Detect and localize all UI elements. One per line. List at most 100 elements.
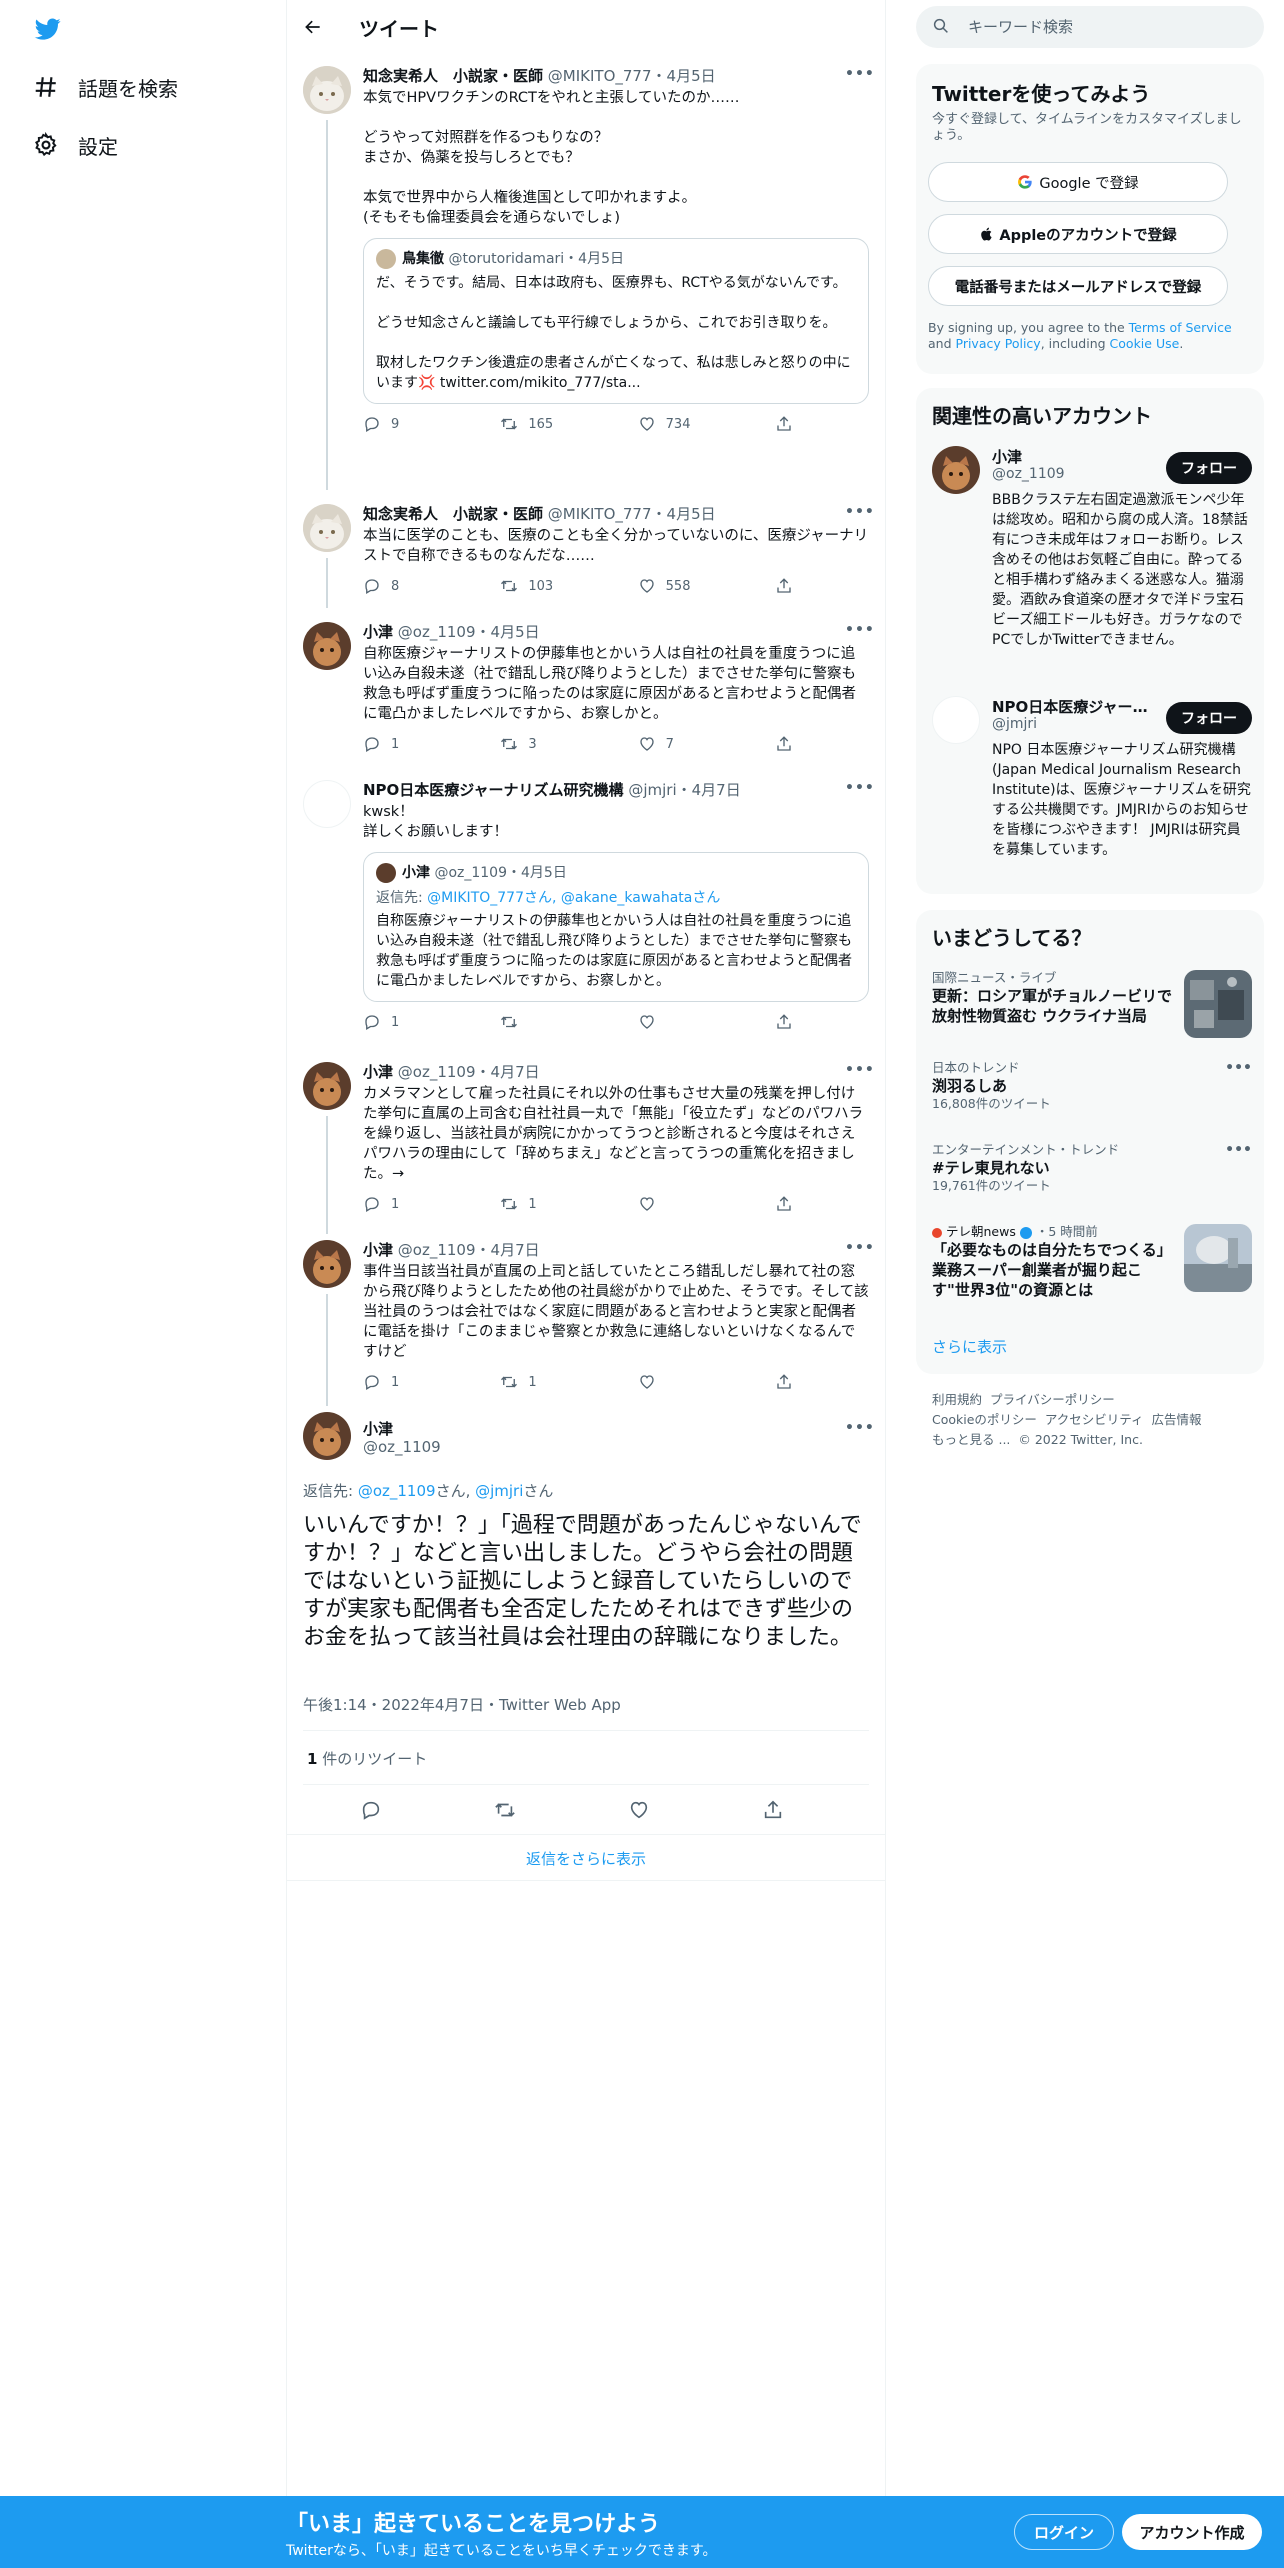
- tweet-author-name[interactable]: NPO日本医療ジャーナリズム研究機構: [363, 781, 624, 799]
- back-arrow-icon[interactable]: [299, 13, 327, 41]
- avatar[interactable]: [932, 696, 980, 744]
- more-options-icon[interactable]: •••: [845, 1240, 874, 1260]
- tweet-author-handle[interactable]: @MIKITO_777: [548, 67, 652, 85]
- tweet-author-name[interactable]: 小津: [363, 1241, 393, 1259]
- heart-icon[interactable]: [621, 1792, 657, 1828]
- trend-item[interactable]: 日本のトレンド 渕羽るしあ 16,808件のツイート •••: [932, 1060, 1252, 1116]
- avatar[interactable]: [303, 622, 351, 670]
- retweet-stats[interactable]: 1 件のリツイート: [307, 1748, 427, 1769]
- trend-item[interactable]: テレ朝news ・5 時間前 「必要なものは自分たちでつくる」 業務スーパー創業…: [932, 1224, 1252, 1304]
- tweet-author-handle[interactable]: @oz_1109: [398, 1063, 476, 1081]
- like-button[interactable]: 734: [638, 415, 728, 433]
- tweet-author-name[interactable]: 小津: [363, 1063, 393, 1081]
- avatar[interactable]: [303, 1062, 351, 1110]
- related-account[interactable]: 小津 @oz_1109 フォロー BBBクラステ左右固定過激派モンペ少年は総攻め…: [932, 446, 1252, 676]
- footer-cookie[interactable]: Cookieのポリシー: [932, 1412, 1037, 1427]
- share-button[interactable]: [775, 1373, 803, 1391]
- retweet-button[interactable]: [500, 1013, 590, 1031]
- retweet-button[interactable]: 3: [500, 735, 590, 753]
- tweet-author-name[interactable]: 知念実希人 小説家・医師: [363, 67, 543, 85]
- tweet-date[interactable]: 4月7日: [491, 1063, 540, 1081]
- tweet[interactable]: 小津 @oz_1109・4月7日 ••• 事件当日該当社員が直属の上司と話してい…: [287, 1232, 885, 1406]
- account-handle[interactable]: @jmjri: [992, 716, 1037, 732]
- search-bar[interactable]: [916, 6, 1264, 48]
- reply-icon[interactable]: [353, 1792, 389, 1828]
- more-options-icon[interactable]: •••: [845, 780, 874, 800]
- reply-to-user[interactable]: @jmjri: [475, 1482, 523, 1500]
- reply-to-user[interactable]: @oz_1109: [358, 1482, 436, 1500]
- like-button[interactable]: 558: [638, 577, 728, 595]
- reply-button[interactable]: 1: [363, 1373, 453, 1391]
- nav-settings[interactable]: 設定: [30, 120, 118, 170]
- tweet[interactable]: 小津 @oz_1109・4月7日 ••• カメラマンとして雇った社員にそれ以外の…: [287, 1054, 885, 1234]
- account-name[interactable]: 小津: [992, 446, 1152, 467]
- twitter-logo-icon[interactable]: [33, 16, 63, 42]
- search-input[interactable]: [968, 18, 1248, 36]
- related-account[interactable]: NPO日本医療ジャーナリズム研究機構 @jmjri フォロー NPO 日本医療ジ…: [932, 696, 1252, 886]
- account-handle[interactable]: @oz_1109: [992, 466, 1065, 482]
- focal-author-handle[interactable]: @oz_1109: [363, 1438, 441, 1456]
- privacy-link[interactable]: Privacy Policy: [956, 336, 1041, 351]
- signup-button[interactable]: アカウント作成: [1122, 2514, 1262, 2550]
- avatar[interactable]: [303, 780, 351, 828]
- reply-button[interactable]: 1: [363, 735, 453, 753]
- avatar[interactable]: [303, 1412, 351, 1460]
- footer-accessibility[interactable]: アクセシビリティ: [1045, 1412, 1144, 1427]
- like-button[interactable]: [638, 1195, 728, 1213]
- like-button[interactable]: 7: [638, 735, 728, 753]
- tweet-author-handle[interactable]: @oz_1109: [398, 1241, 476, 1259]
- avatar[interactable]: [303, 66, 351, 114]
- share-button[interactable]: [775, 415, 803, 433]
- account-name[interactable]: NPO日本医療ジャーナリズム研究機構: [992, 696, 1152, 717]
- tweet[interactable]: 小津 @oz_1109・4月5日 ••• 自称医療ジャーナリストの伊藤隼也とかい…: [287, 614, 885, 764]
- more-options-icon[interactable]: •••: [845, 1420, 874, 1440]
- phone-email-signup-button[interactable]: 電話番号またはメールアドレスで登録: [928, 266, 1228, 306]
- tweet-author-handle[interactable]: @oz_1109: [398, 623, 476, 641]
- like-button[interactable]: [638, 1013, 728, 1031]
- tweet[interactable]: 知念実希人 小説家・医師 @MIKITO_777・4月5日 ••• 本当に医学の…: [287, 496, 885, 608]
- like-button[interactable]: [638, 1373, 728, 1391]
- nav-explore[interactable]: 話題を検索: [30, 62, 178, 112]
- quoted-tweet[interactable]: 小津 @oz_1109 ・ 4月5日 返信先: @MIKITO_777さん, @ak…: [363, 852, 869, 1002]
- retweet-icon[interactable]: [487, 1792, 523, 1828]
- trend-item[interactable]: エンターテインメント・トレンド #テレ東見れない 19,761件のツイート ••…: [932, 1142, 1252, 1198]
- reply-button[interactable]: 1: [363, 1195, 453, 1213]
- follow-button[interactable]: フォロー: [1166, 702, 1252, 734]
- share-button[interactable]: [775, 577, 803, 595]
- follow-button[interactable]: フォロー: [1166, 452, 1252, 484]
- tweet-author-handle[interactable]: @MIKITO_777: [548, 505, 652, 523]
- share-icon[interactable]: [755, 1792, 791, 1828]
- share-button[interactable]: [775, 735, 803, 753]
- tweet-date[interactable]: 4月7日: [692, 781, 741, 799]
- avatar[interactable]: [932, 446, 980, 494]
- quote-reply-targets[interactable]: @MIKITO_777さん, @akane_kawahataさん: [427, 890, 720, 906]
- reply-button[interactable]: 8: [363, 577, 453, 595]
- share-button[interactable]: [775, 1013, 803, 1031]
- more-options-icon[interactable]: •••: [845, 66, 874, 86]
- tweet-date[interactable]: 4月5日: [667, 505, 716, 523]
- more-options-icon[interactable]: •••: [845, 622, 874, 642]
- show-more-replies[interactable]: 返信をさらに表示: [287, 1848, 885, 1869]
- retweet-button[interactable]: 103: [500, 577, 590, 595]
- login-button[interactable]: ログイン: [1014, 2514, 1114, 2550]
- trend-item[interactable]: 国際ニュース・ライブ 更新：ロシア軍がチョルノービリで放射性物質盗む ウクライナ…: [932, 970, 1252, 1046]
- google-signup-button[interactable]: Google で登録: [928, 162, 1228, 202]
- retweet-button[interactable]: 1: [500, 1195, 590, 1213]
- cookie-link[interactable]: Cookie Use: [1110, 336, 1180, 351]
- tweet[interactable]: 知念実希人 小説家・医師 @MIKITO_777・4月5日 ••• 本気でHPV…: [287, 58, 885, 490]
- avatar[interactable]: [303, 504, 351, 552]
- quoted-tweet[interactable]: 鳥集徹 @torutoridamari ・ 4月5日 だ、そうです。結局、日本は政府…: [363, 238, 869, 404]
- retweet-button[interactable]: 1: [500, 1373, 590, 1391]
- share-button[interactable]: [775, 1195, 803, 1213]
- focal-timestamp[interactable]: 午後1:14・2022年4月7日・Twitter Web App: [303, 1694, 621, 1715]
- tweet[interactable]: NPO日本医療ジャーナリズム研究機構 @jmjri・4月7日 ••• kwsk！…: [287, 772, 885, 1050]
- tweet-author-name[interactable]: 小津: [363, 623, 393, 641]
- tweet-author-name[interactable]: 知念実希人 小説家・医師: [363, 505, 543, 523]
- reply-button[interactable]: 9: [363, 415, 453, 433]
- footer-terms[interactable]: 利用規約: [932, 1392, 982, 1407]
- retweet-button[interactable]: 165: [500, 415, 590, 433]
- more-options-icon[interactable]: •••: [1225, 1142, 1252, 1158]
- tweet-date[interactable]: 4月5日: [667, 67, 716, 85]
- apple-signup-button[interactable]: Appleのアカウントで登録: [928, 214, 1228, 254]
- reply-button[interactable]: 1: [363, 1013, 453, 1031]
